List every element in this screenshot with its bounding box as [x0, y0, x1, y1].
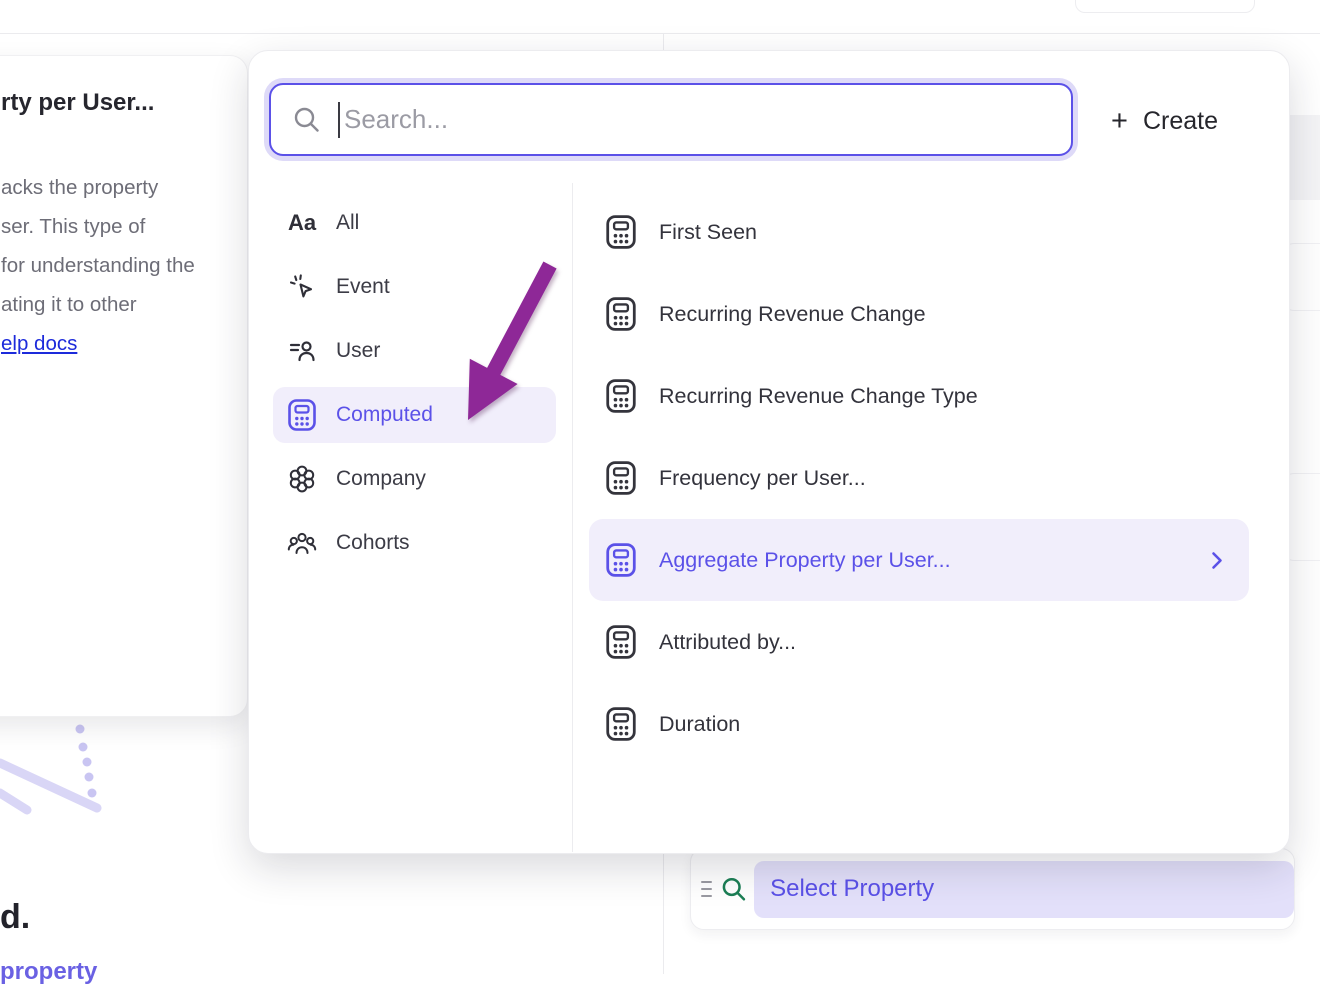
background-card-edge: [1075, 0, 1255, 13]
search-icon: [293, 106, 320, 133]
user-list-icon: [287, 336, 317, 366]
cursor-click-icon: [287, 272, 317, 302]
category-label: All: [336, 211, 359, 235]
property-label: Aggregate Property per User...: [659, 548, 951, 573]
search-input[interactable]: Search...: [269, 83, 1073, 156]
search-placeholder: Search...: [344, 104, 448, 135]
property-label: Recurring Revenue Change Type: [659, 384, 978, 409]
property-recurring-revenue-change[interactable]: Recurring Revenue Change: [589, 273, 1249, 355]
tooltip-line: ser. This type of: [1, 207, 195, 246]
background-section-band: [1288, 115, 1320, 200]
company-cluster-icon: [287, 464, 317, 494]
select-property-label: Select Property: [770, 875, 934, 903]
property-label: Frequency per User...: [659, 466, 866, 491]
cohorts-people-icon: [287, 528, 317, 558]
calculator-icon: [606, 624, 638, 660]
calculator-icon: [606, 460, 638, 496]
property-label: Duration: [659, 712, 740, 737]
property-list: First Seen Recurring Revenue Change Recu…: [589, 191, 1249, 765]
chevron-right-icon: [1211, 551, 1223, 570]
tooltip-title: rty per User...: [1, 89, 154, 117]
tooltip-line: for understanding the: [1, 246, 195, 285]
top-divider-line: [0, 33, 1320, 34]
category-label: Computed: [336, 403, 433, 427]
background-link-fragment[interactable]: property: [0, 958, 97, 986]
property-selector-modal: Search... + Create Aa All Event: [248, 50, 1290, 854]
property-tooltip-card: rty per User... acks the property ser. T…: [0, 55, 248, 717]
property-label: First Seen: [659, 220, 757, 245]
create-button[interactable]: + Create: [1111, 101, 1218, 141]
property-label: Recurring Revenue Change: [659, 302, 926, 327]
calculator-icon: [606, 378, 638, 414]
property-duration[interactable]: Duration: [589, 683, 1249, 765]
calculator-icon: [606, 214, 638, 250]
tooltip-line: ating it to other: [1, 285, 195, 324]
property-frequency-per-user[interactable]: Frequency per User...: [589, 437, 1249, 519]
tooltip-line: acks the property: [1, 168, 195, 207]
property-first-seen[interactable]: First Seen: [589, 191, 1249, 273]
tooltip-description: acks the property ser. This type of for …: [1, 168, 195, 363]
category-label: Cohorts: [336, 531, 410, 555]
property-label: Attributed by...: [659, 630, 796, 655]
annotation-arrow: [430, 235, 580, 445]
select-property-button[interactable]: Select Property: [754, 861, 1294, 918]
category-label: Event: [336, 275, 390, 299]
text-cursor: [338, 102, 340, 138]
category-label: User: [336, 339, 380, 363]
calculator-icon: [287, 400, 317, 430]
property-aggregate-property-per-user[interactable]: Aggregate Property per User...: [589, 519, 1249, 601]
category-company[interactable]: Company: [273, 451, 556, 507]
plus-icon: +: [1111, 107, 1128, 136]
green-search-icon: [721, 876, 746, 902]
category-cohorts[interactable]: Cohorts: [273, 515, 556, 571]
drag-handle-icon[interactable]: [701, 881, 712, 897]
property-recurring-revenue-change-type[interactable]: Recurring Revenue Change Type: [589, 355, 1249, 437]
calculator-icon: [606, 542, 638, 578]
calculator-icon: [606, 706, 638, 742]
property-attributed-by[interactable]: Attributed by...: [589, 601, 1249, 683]
create-button-label: Create: [1143, 107, 1218, 136]
text-format-icon: Aa: [287, 208, 317, 238]
calculator-icon: [606, 296, 638, 332]
help-docs-link[interactable]: elp docs: [1, 324, 195, 363]
background-heading-fragment: d.: [0, 898, 30, 937]
category-label: Company: [336, 467, 426, 491]
select-property-control: Select Property: [690, 848, 1295, 930]
decorative-chart-illustration: [0, 714, 110, 819]
